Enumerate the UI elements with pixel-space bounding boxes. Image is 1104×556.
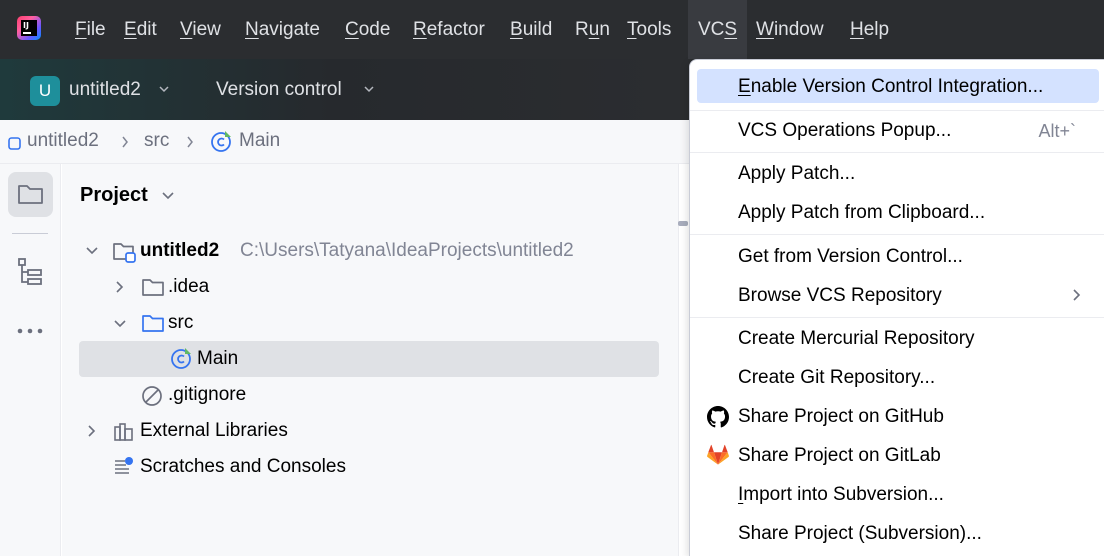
java-class-icon: [171, 348, 191, 369]
vcs-widget[interactable]: Version control: [216, 79, 342, 101]
chevron-down-icon[interactable]: [85, 245, 99, 257]
tree-row-src[interactable]: src: [168, 312, 193, 334]
menu-vcs[interactable]: VCS: [688, 0, 747, 59]
breadcrumb-file[interactable]: Main: [239, 130, 280, 152]
chevron-down-icon[interactable]: [113, 318, 127, 330]
module-folder-icon: [113, 243, 136, 263]
menu-item-create-git-repository[interactable]: Create Git Repository...: [738, 367, 935, 389]
tree-row-gitignore[interactable]: .gitignore: [168, 384, 246, 406]
menu-item-create-mercurial-repository[interactable]: Create Mercurial Repository: [738, 328, 975, 350]
menu-separator: [690, 152, 1104, 153]
java-class-icon: [211, 131, 231, 152]
shortcut-label: Alt+`: [1038, 121, 1076, 141]
menu-edit[interactable]: Edit: [124, 0, 157, 59]
menu-build[interactable]: Build: [510, 0, 552, 59]
ignored-file-icon: [142, 386, 162, 406]
menu-item-share-gitlab[interactable]: Share Project on GitLab: [738, 445, 941, 467]
menu-item-browse-vcs-repository[interactable]: Browse VCS Repository: [738, 285, 942, 307]
menu-refactor[interactable]: Refactor: [413, 0, 485, 59]
menu-window[interactable]: Window: [756, 0, 824, 59]
chevron-right-icon: [187, 136, 193, 148]
menu-item-vcs-operations-popup[interactable]: VCS Operations Popup...: [738, 120, 951, 142]
main-menubar: IJ File Edit View Navigate Code Refactor…: [0, 0, 1104, 59]
scratches-icon: [115, 457, 133, 474]
project-panel-title[interactable]: Project: [80, 184, 148, 207]
ide-window: IJ File Edit View Navigate Code Refactor…: [0, 0, 1104, 556]
github-icon: [707, 406, 729, 428]
menu-view[interactable]: View: [180, 0, 221, 59]
tree-row-main[interactable]: Main: [197, 348, 238, 370]
more-icon[interactable]: [16, 326, 46, 336]
intellij-logo-icon: IJ: [17, 16, 41, 40]
chevron-down-icon[interactable]: [159, 84, 169, 94]
tool-window-strip: [0, 164, 61, 556]
menu-item-import-subversion[interactable]: Import into Subversion...: [738, 484, 944, 506]
menu-item-enable-vcs-integration[interactable]: Enable Version Control Integration...: [738, 76, 1043, 98]
menu-file[interactable]: File: [75, 0, 106, 59]
menu-separator: [690, 234, 1104, 235]
submenu-arrow-icon: [1073, 289, 1081, 301]
tree-row-idea[interactable]: .idea: [168, 276, 209, 298]
project-badge[interactable]: U: [30, 76, 60, 106]
project-widget[interactable]: untitled2: [69, 79, 141, 101]
breadcrumb: [0, 120, 690, 164]
menu-item-apply-patch[interactable]: Apply Patch...: [738, 163, 855, 185]
tree-root-path: C:\Users\Tatyana\IdeaProjects\untitled2: [240, 240, 574, 261]
menu-item-share-subversion[interactable]: Share Project (Subversion)...: [738, 523, 982, 545]
gitlab-icon: [707, 444, 729, 465]
breadcrumb-project[interactable]: untitled2: [27, 130, 99, 152]
menu-separator: [690, 317, 1104, 318]
tree-row-scratches[interactable]: Scratches and Consoles: [140, 456, 346, 478]
folder-icon: [142, 279, 164, 296]
menu-separator: [690, 110, 1104, 111]
menu-help[interactable]: Help: [850, 0, 889, 59]
tree-row-external-libraries[interactable]: External Libraries: [140, 420, 288, 442]
tree-row-selected[interactable]: [79, 341, 659, 377]
chevron-right-icon[interactable]: [114, 280, 126, 294]
source-folder-icon: [142, 315, 164, 332]
chevron-right-icon: [122, 136, 128, 148]
library-icon: [114, 423, 133, 441]
module-icon: [8, 137, 21, 150]
folder-icon: [18, 185, 43, 204]
structure-icon[interactable]: [17, 257, 43, 287]
menu-item-apply-patch-clipboard[interactable]: Apply Patch from Clipboard...: [738, 202, 985, 224]
panel-scrollbar[interactable]: [678, 221, 688, 226]
strip-divider: [12, 233, 48, 234]
chevron-right-icon[interactable]: [86, 424, 98, 438]
menu-item-get-from-vcs[interactable]: Get from Version Control...: [738, 246, 963, 268]
chevron-down-icon[interactable]: [364, 84, 374, 94]
menu-tools[interactable]: Tools: [627, 0, 671, 59]
chevron-down-icon[interactable]: [161, 190, 175, 202]
menu-item-share-github[interactable]: Share Project on GitHub: [738, 406, 944, 428]
breadcrumb-folder[interactable]: src: [144, 130, 169, 152]
menu-code[interactable]: Code: [345, 0, 390, 59]
menu-run[interactable]: Run: [575, 0, 610, 59]
menu-navigate[interactable]: Navigate: [245, 0, 320, 59]
tree-row-root[interactable]: untitled2: [140, 240, 219, 262]
tree-root-name: untitled2: [140, 240, 220, 261]
